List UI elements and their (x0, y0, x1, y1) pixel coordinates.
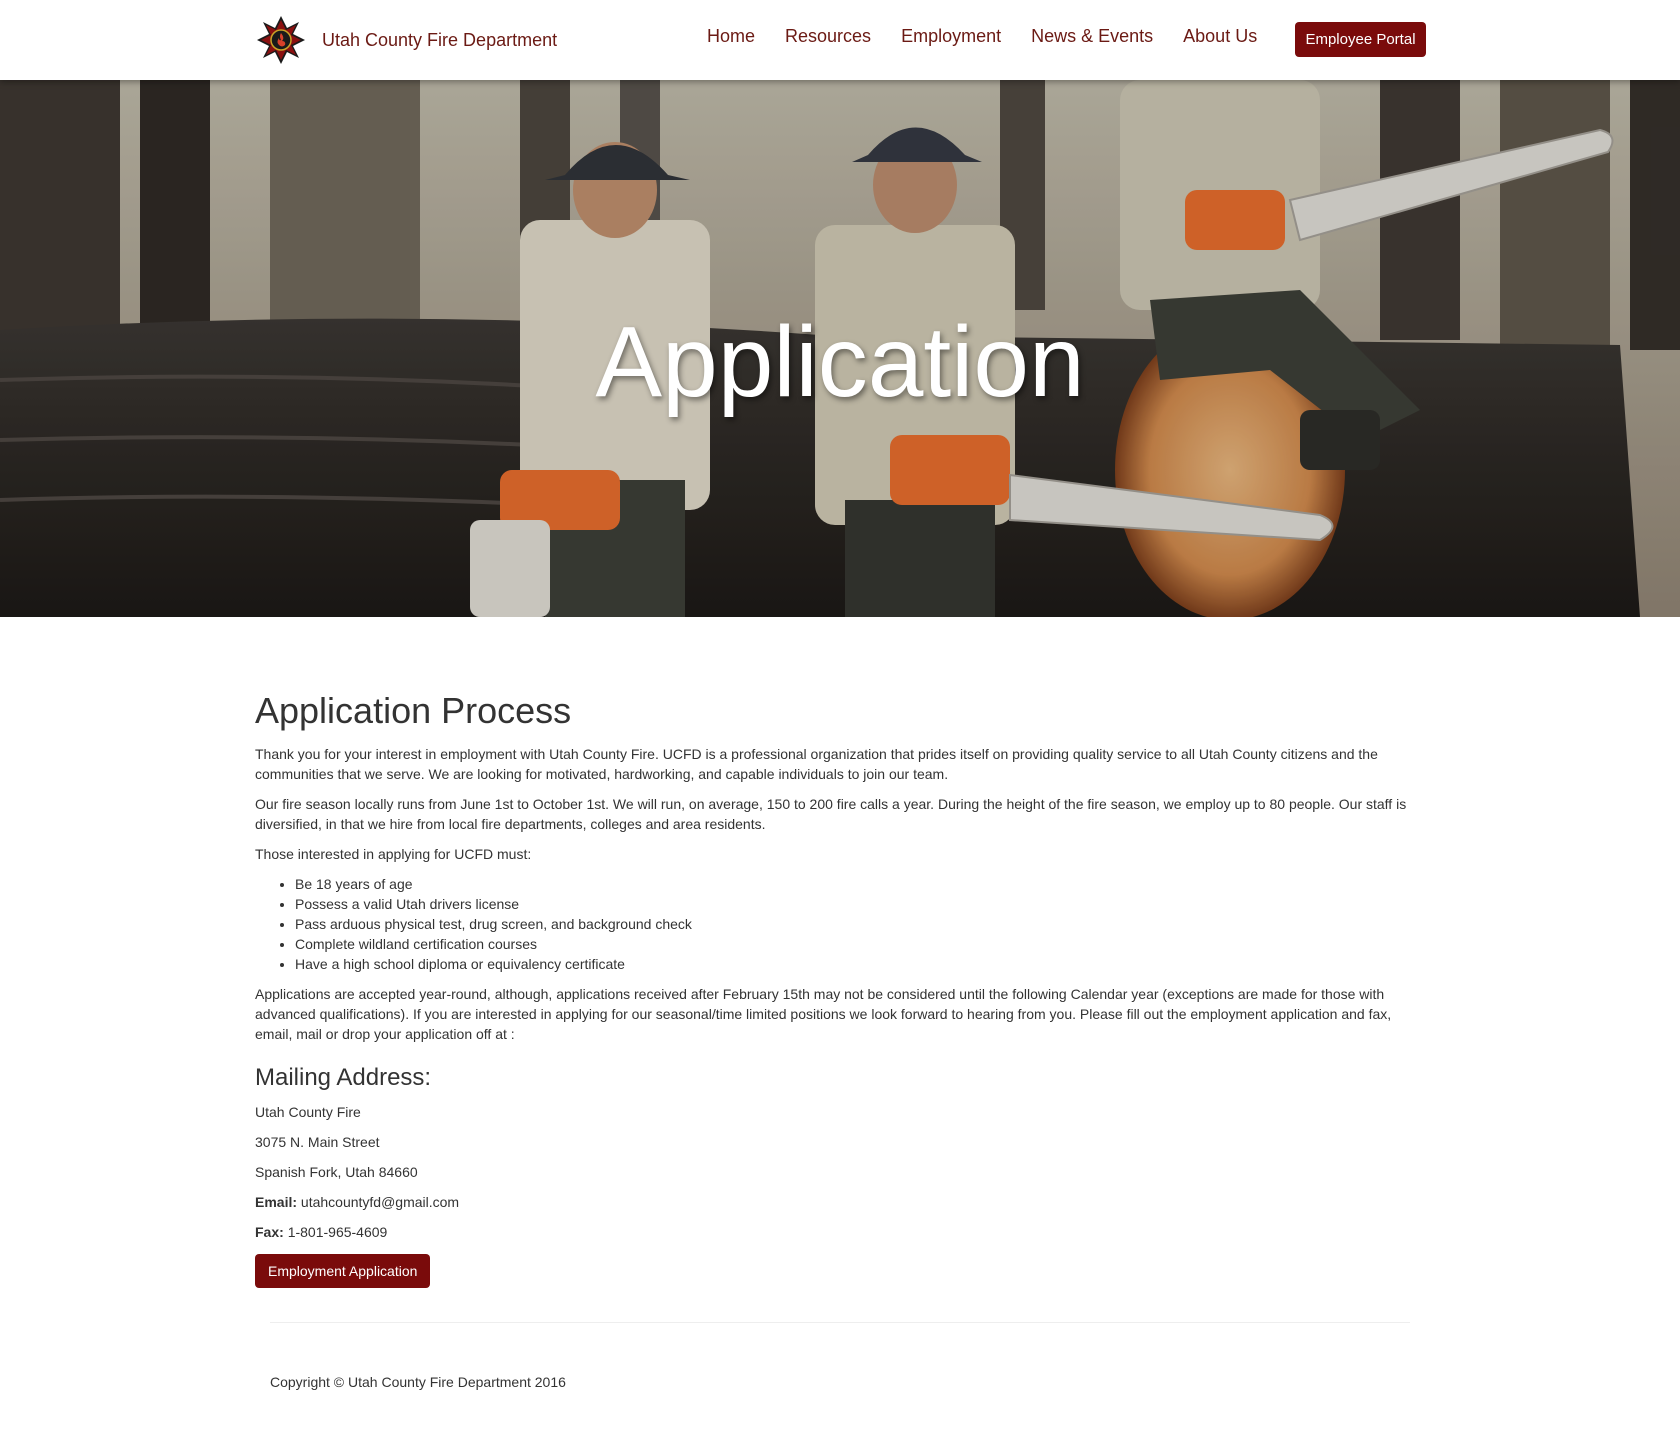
fire-department-logo-icon (257, 16, 305, 64)
fax-label: Fax: (255, 1224, 284, 1240)
main-content: Application Process Thank you for your i… (255, 690, 1425, 1288)
nav-employment[interactable]: Employment (901, 26, 1001, 47)
email-value[interactable]: utahcountyfd@gmail.com (301, 1194, 459, 1210)
intro-paragraph: Thank you for your interest in employmen… (255, 746, 1378, 782)
hero-title: Application (595, 306, 1085, 418)
footer-divider (270, 1322, 1410, 1323)
copyright-text: Copyright © Utah County Fire Department … (270, 1374, 566, 1390)
nav-resources[interactable]: Resources (785, 26, 871, 47)
email-label: Email: (255, 1194, 298, 1210)
employment-application-button[interactable]: Employment Application (255, 1254, 431, 1288)
list-item: Pass arduous physical test, drug screen,… (295, 914, 1425, 934)
mailing-heading: Mailing Address: (255, 1064, 432, 1091)
navbar: Utah County Fire Department Home Resourc… (0, 0, 1680, 80)
employee-portal-button[interactable]: Employee Portal (1295, 22, 1426, 57)
email-row: Email: utahcountyfd@gmail.com (255, 1192, 1425, 1212)
brand[interactable]: Utah County Fire Department (255, 13, 557, 67)
page-heading: Application Process (255, 690, 572, 731)
main-nav: Home Resources Employment News & Events … (692, 26, 1272, 47)
list-item: Complete wildland certification courses (295, 934, 1425, 954)
nav-home[interactable]: Home (707, 26, 755, 47)
hero-banner: Application (0, 80, 1680, 617)
list-item: Have a high school diploma or equivalenc… (295, 954, 1425, 974)
brand-name: Utah County Fire Department (322, 29, 558, 50)
requirements-list: Be 18 years of age Possess a valid Utah … (255, 874, 1425, 974)
fax-row: Fax: 1-801-965-4609 (255, 1222, 1425, 1242)
requirements-intro: Those interested in applying for UCFD mu… (255, 846, 532, 862)
address-line-3: Spanish Fork, Utah 84660 (255, 1164, 418, 1180)
address-line-1: Utah County Fire (255, 1104, 361, 1120)
list-item: Be 18 years of age (295, 874, 1425, 894)
address-line-2: 3075 N. Main Street (255, 1134, 380, 1150)
applications-paragraph: Applications are accepted year-round, al… (255, 986, 1392, 1042)
nav-about-us[interactable]: About Us (1183, 26, 1257, 47)
fax-value: 1-801-965-4609 (287, 1224, 388, 1240)
nav-news-events[interactable]: News & Events (1031, 26, 1153, 47)
season-paragraph: Our fire season locally runs from June 1… (255, 796, 1407, 832)
list-item: Possess a valid Utah drivers license (295, 894, 1425, 914)
